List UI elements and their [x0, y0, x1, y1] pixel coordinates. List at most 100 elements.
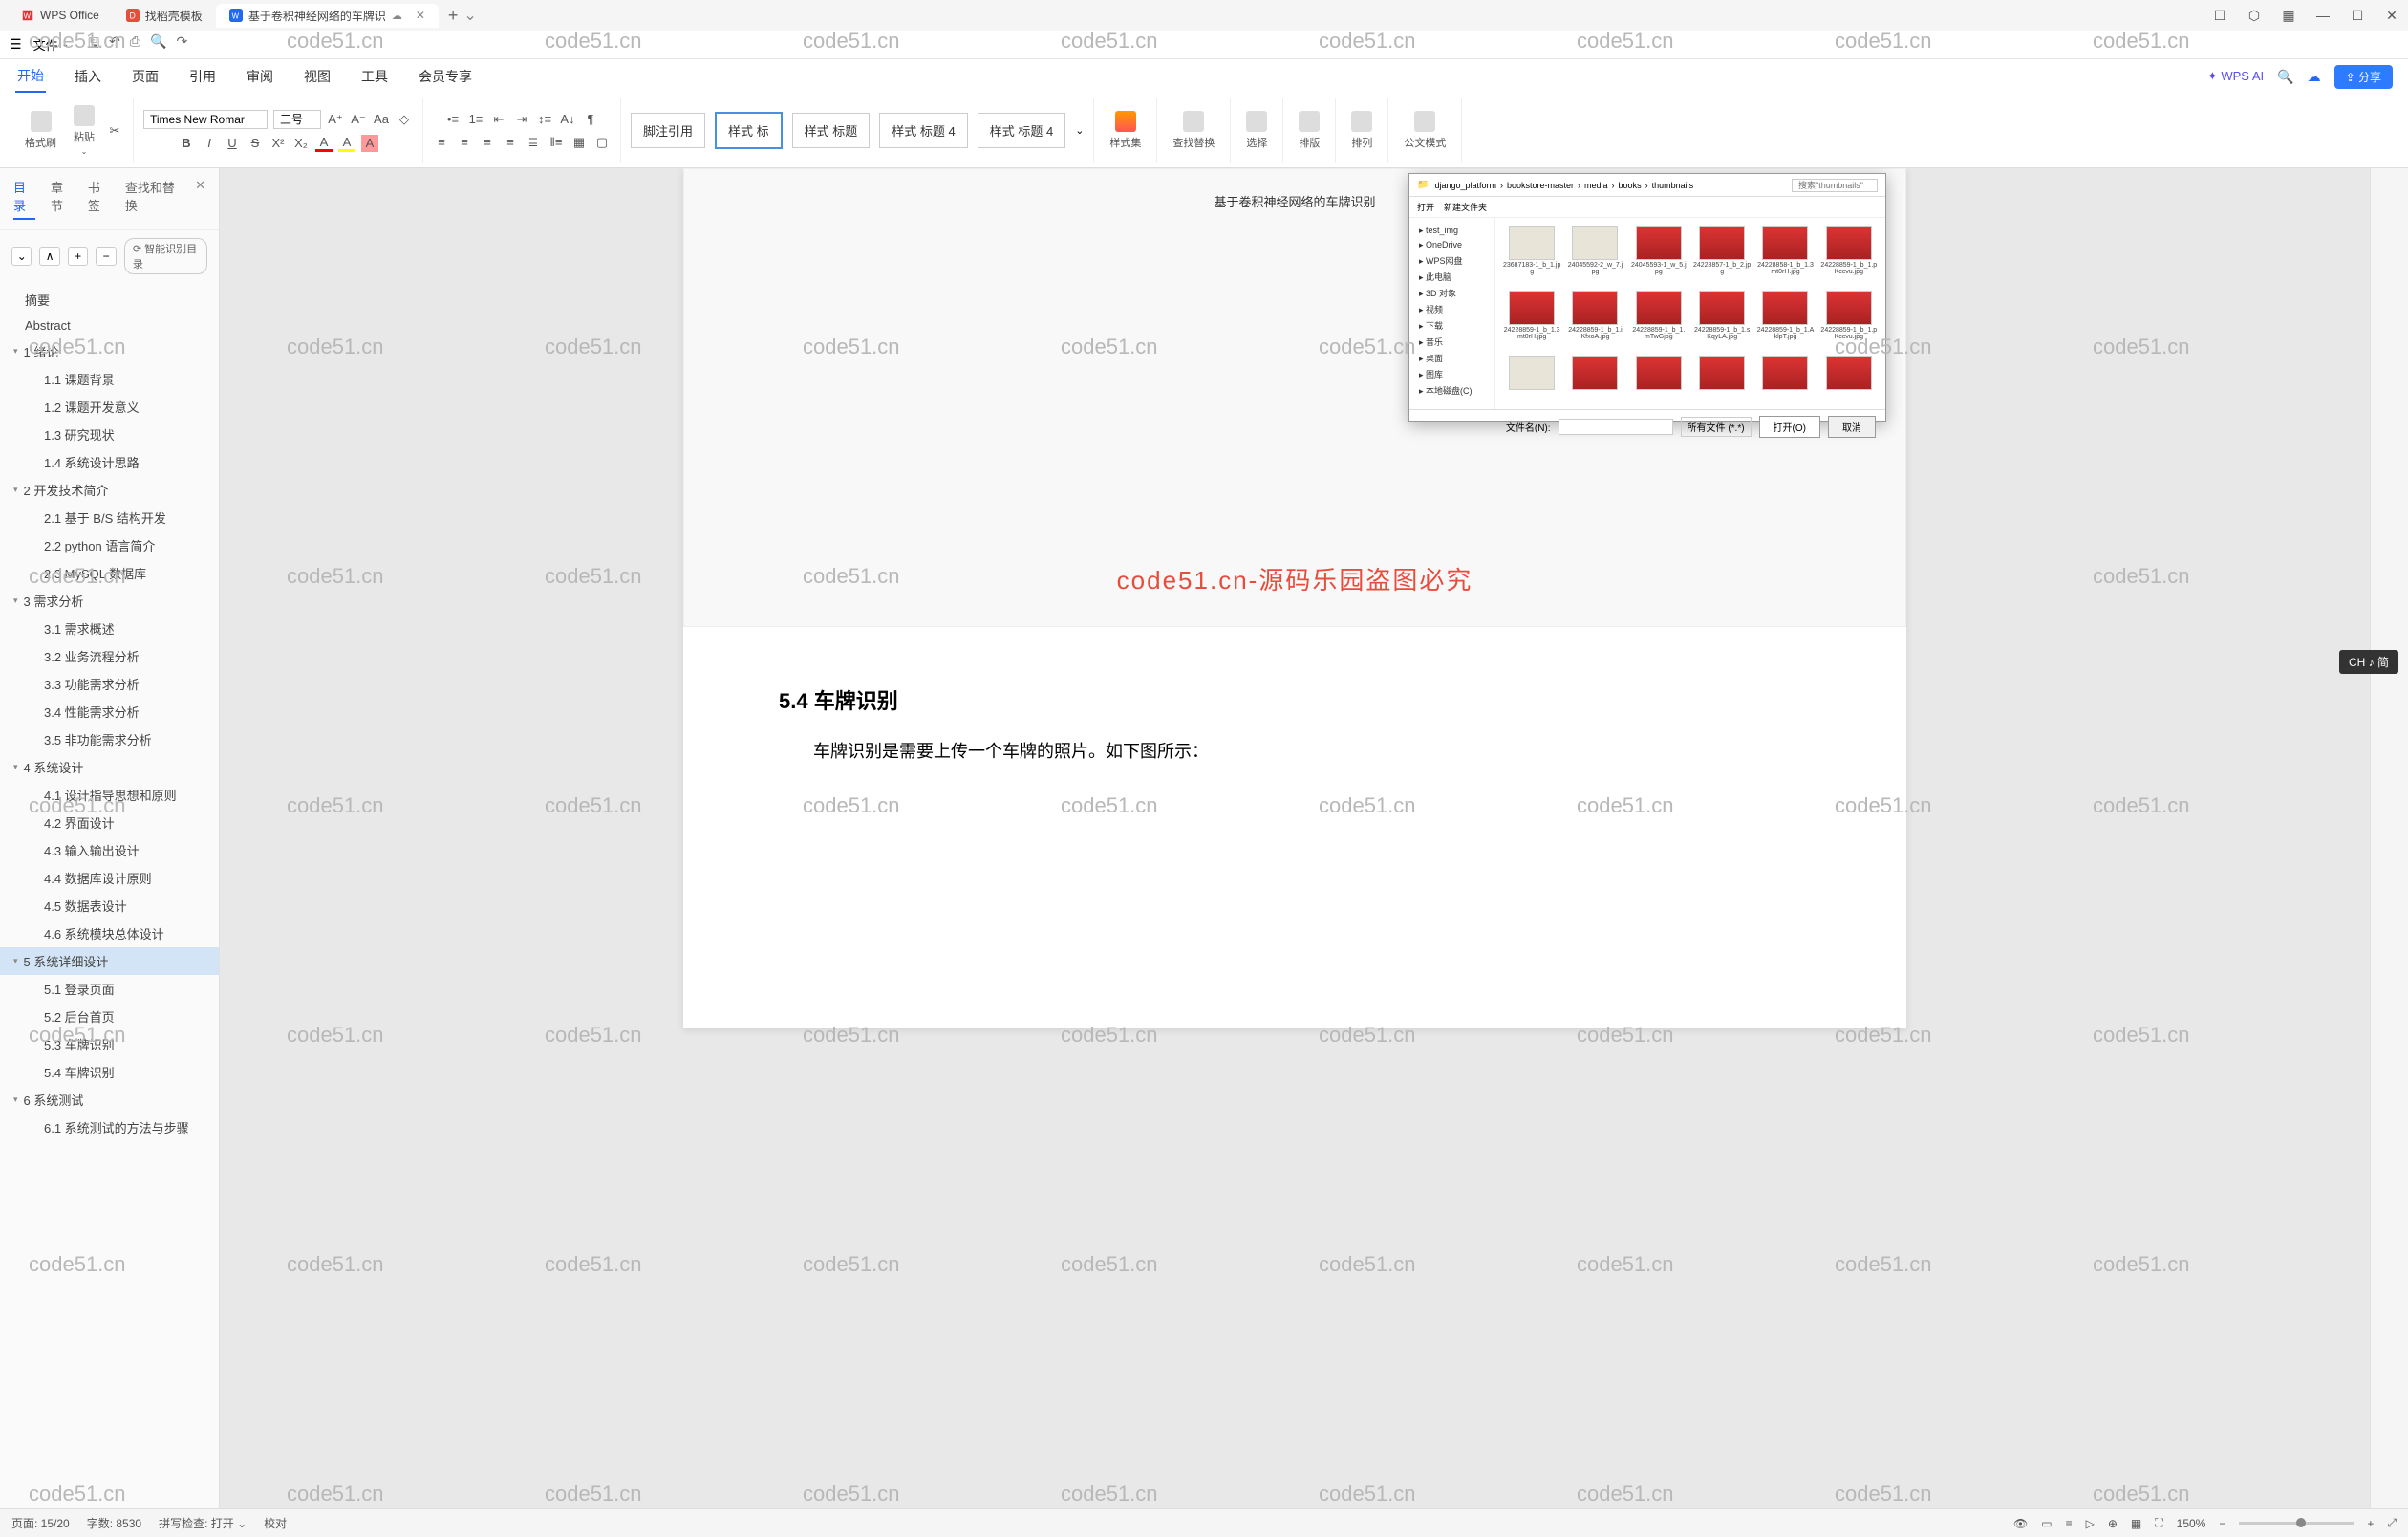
font-select[interactable] [143, 110, 268, 129]
text-effects-icon[interactable]: A [361, 135, 378, 152]
save-icon[interactable]: 🖫 [88, 33, 99, 56]
toc-item[interactable]: 1.3 研究现状 [0, 421, 219, 448]
clear-format-icon[interactable]: ◇ [396, 111, 413, 128]
toc-item[interactable]: 5.3 车牌识别 [0, 1030, 219, 1058]
toc-item[interactable]: Abstract [0, 314, 219, 337]
thumbnail-item[interactable] [1503, 356, 1560, 401]
close-window-icon[interactable]: ✕ [2383, 7, 2400, 24]
toc-item[interactable]: 摘要 [0, 286, 219, 314]
sidebar-tab-chapter[interactable]: 章节 [51, 178, 73, 220]
close-icon[interactable]: ✕ [416, 9, 425, 22]
toc-item[interactable]: 3.3 功能需求分析 [0, 670, 219, 698]
thumbnail-item[interactable]: 24228859-1_b_1.3mt0rH.jpg [1503, 291, 1560, 350]
folder-tree-item[interactable]: ▸ 桌面 [1415, 350, 1489, 366]
thumbnail-item[interactable]: 24045593-1_w_5.jpg [1630, 226, 1688, 285]
superscript-icon[interactable]: X² [269, 135, 287, 152]
style-h4a[interactable]: 样式 标题 4 [879, 113, 967, 148]
thumbnail-item[interactable] [1630, 356, 1688, 401]
undo-icon[interactable]: ↶ [109, 33, 120, 56]
ribbon-tab-page[interactable]: 页面 [130, 61, 161, 92]
toc-item[interactable]: 5.2 后台首页 [0, 1003, 219, 1030]
cube-icon[interactable]: ⬡ [2246, 7, 2263, 24]
folder-tree-item[interactable]: ▸ test_img [1415, 224, 1489, 238]
folder-tree-item[interactable]: ▸ 3D 对象 [1415, 285, 1489, 301]
paste-button[interactable]: 粘贴⌄ [68, 103, 100, 158]
print-layout-icon[interactable]: ▦ [2131, 1517, 2141, 1530]
thumbnail-item[interactable]: 24045592-2_w_7.jpg [1566, 226, 1623, 285]
toc-item[interactable]: 1.2 课题开发意义 [0, 393, 219, 421]
expand-up-button[interactable]: ∧ [39, 247, 59, 266]
linespacing-icon[interactable]: ↕≡ [536, 111, 553, 128]
toc-item[interactable]: ▾4 系统设计 [0, 753, 219, 781]
reading-view-icon[interactable]: ▭ [2041, 1517, 2052, 1530]
find-replace-button[interactable]: 查找替换 [1167, 109, 1220, 152]
toc-item[interactable]: ▾1 绪论 [0, 337, 219, 365]
toc-item[interactable]: ▾6 系统测试 [0, 1086, 219, 1114]
toc-item[interactable]: ▾5 系统详细设计 [0, 947, 219, 975]
toc-item[interactable]: ▾2 开发技术简介 [0, 476, 219, 504]
toc-item[interactable]: 6.1 系统测试的方法与步骤 [0, 1114, 219, 1141]
select-button[interactable]: 选择 [1240, 109, 1273, 152]
ime-badge[interactable]: CH ♪ 简 [2339, 650, 2398, 674]
strike-icon[interactable]: S [247, 135, 264, 152]
share-button[interactable]: ⇪ 分享 [2334, 65, 2393, 89]
new-folder-button[interactable]: 新建文件夹 [1444, 201, 1487, 213]
view-icon[interactable]: 👁 [2013, 1517, 2028, 1530]
zoom-slider[interactable] [2239, 1522, 2354, 1525]
toc-item[interactable]: 2.2 python 语言简介 [0, 531, 219, 559]
app-tab-template[interactable]: D 找稻壳模板 [113, 4, 216, 28]
thumbnail-item[interactable]: 24228857-1_b_2.jpg [1693, 226, 1751, 285]
ribbon-tab-member[interactable]: 会员专享 [417, 61, 474, 92]
folder-tree-item[interactable]: ▸ WPS网盘 [1415, 252, 1489, 269]
style-footnote[interactable]: 脚注引用 [631, 113, 705, 148]
proofing-status[interactable]: 校对 [264, 1515, 287, 1531]
sidebar-tab-find[interactable]: 查找和替换 [125, 178, 180, 220]
file-menu[interactable]: 文件 ⌄ [26, 33, 77, 55]
layout-button[interactable]: 排版 [1293, 109, 1325, 152]
align-left-icon[interactable]: ≡ [433, 134, 450, 151]
hamburger-icon[interactable]: ☰ [10, 36, 22, 53]
style-heading[interactable]: 样式 标 [715, 112, 783, 149]
toc-item[interactable]: 3.1 需求概述 [0, 615, 219, 642]
toc-item[interactable]: 2.1 基于 B/S 结构开发 [0, 504, 219, 531]
thumbnail-item[interactable]: 24228859-1_b_1.AklpT.jpg [1756, 291, 1814, 350]
numbering-icon[interactable]: 1≡ [467, 111, 484, 128]
app-icon[interactable]: ☐ [2211, 7, 2228, 24]
folder-tree-item[interactable]: ▸ 图库 [1415, 366, 1489, 382]
document-area[interactable]: 基于卷积神经网络的车牌识别 📁 django_platform›bookstor… [220, 168, 2370, 1508]
formula-button[interactable]: 公文模式 [1398, 109, 1451, 152]
open-button[interactable]: 打开(O) [1759, 416, 1820, 438]
style-title[interactable]: 样式 标题 [792, 113, 871, 148]
toc-item[interactable]: 5.4 车牌识别 [0, 1058, 219, 1086]
ribbon-tab-tools[interactable]: 工具 [359, 61, 390, 92]
focus-icon[interactable]: ⛶ [2155, 1516, 2162, 1530]
sort-icon[interactable]: A↓ [559, 111, 576, 128]
toc-item[interactable]: 4.4 数据库设计原则 [0, 864, 219, 892]
file-open-dialog[interactable]: 📁 django_platform›bookstore-master›media… [1408, 173, 1886, 422]
decrease-font-icon[interactable]: A⁻ [350, 111, 367, 128]
add-tab-button[interactable]: + [448, 6, 459, 26]
thumbnail-item[interactable]: 24228858-1_b_1.3mt0rH.jpg [1756, 226, 1814, 285]
wps-ai-button[interactable]: ✦ WPS AI [2207, 69, 2264, 84]
thumbnail-item[interactable] [1566, 356, 1623, 401]
sidebar-tab-toc[interactable]: 目录 [13, 178, 35, 220]
outline-view-icon[interactable]: ≡ [2066, 1517, 2073, 1530]
align-center-icon[interactable]: ≡ [456, 134, 473, 151]
folder-tree-item[interactable]: ▸ 下载 [1415, 317, 1489, 334]
toc-item[interactable]: 2.3 MySQL 数据库 [0, 559, 219, 587]
distribute-icon[interactable]: ≣ [525, 134, 542, 151]
smart-toc-button[interactable]: ⟳ 智能识别目录 [124, 238, 207, 274]
toc-item[interactable]: 4.3 输入输出设计 [0, 836, 219, 864]
borders-icon[interactable]: ▢ [593, 134, 611, 151]
web-layout-icon[interactable]: ⊕ [2108, 1517, 2118, 1530]
ribbon-tab-insert[interactable]: 插入 [73, 61, 103, 92]
minimize-icon[interactable]: — [2314, 7, 2332, 24]
format-brush-button[interactable]: 格式刷 [19, 109, 62, 152]
folder-tree-item[interactable]: ▸ 本地磁盘(C) [1415, 382, 1489, 399]
thumbnail-item[interactable] [1693, 356, 1751, 401]
size-select[interactable] [273, 110, 321, 129]
app-tab-document[interactable]: W 基于卷积神经网络的车牌识 ☁ ✕ [216, 4, 439, 28]
preview-icon[interactable]: 🔍 [150, 33, 166, 56]
play-icon[interactable]: ▷ [2086, 1517, 2095, 1530]
toc-item[interactable]: 3.4 性能需求分析 [0, 698, 219, 725]
